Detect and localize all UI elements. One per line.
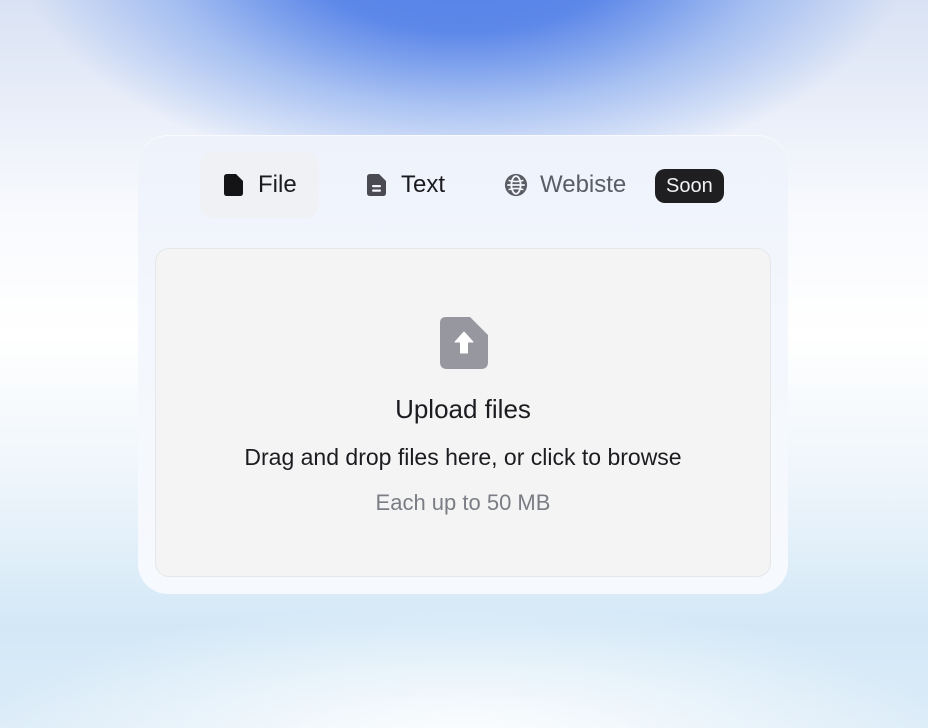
tab-file-label: File	[258, 171, 297, 198]
tab-text[interactable]: Text	[343, 152, 473, 218]
file-upload-icon	[440, 317, 488, 369]
dropzone-size-limit: Each up to 50 MB	[375, 490, 551, 515]
globe-icon	[504, 173, 528, 197]
upload-card: File Text Webiste Soon Upload files Drag…	[138, 135, 788, 594]
document-text-icon	[365, 173, 389, 197]
dropzone-title: Upload files	[395, 394, 531, 424]
source-tabs: File Text Webiste Soon	[138, 135, 788, 247]
tab-website[interactable]: Webiste	[482, 152, 647, 218]
tab-website-label: Webiste	[540, 171, 627, 198]
dropzone-instructions: Drag and drop files here, or click to br…	[244, 444, 682, 470]
tab-text-label: Text	[401, 171, 446, 198]
file-dropzone[interactable]: Upload files Drag and drop files here, o…	[155, 248, 771, 577]
file-icon	[222, 173, 246, 197]
coming-soon-badge: Soon	[655, 169, 724, 203]
tab-file[interactable]: File	[200, 152, 319, 218]
